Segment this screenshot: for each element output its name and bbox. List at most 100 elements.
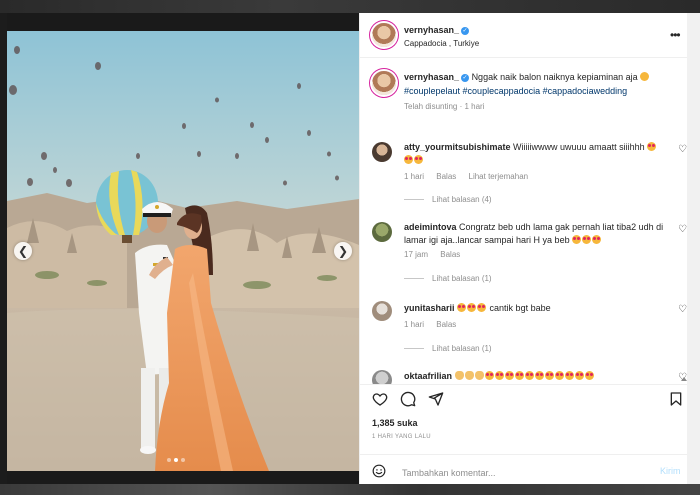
post-location[interactable]: Cappadocia , Turkiye bbox=[404, 39, 479, 48]
verified-badge-icon: ✓ bbox=[461, 73, 470, 82]
next-photo-button[interactable]: ❯ bbox=[334, 242, 352, 260]
photo-illustration bbox=[7, 13, 359, 490]
caption-time: 1 hari bbox=[464, 102, 485, 111]
commenter-avatar[interactable] bbox=[372, 222, 392, 242]
emoji-smile-icon[interactable] bbox=[372, 464, 386, 478]
heart-eyes-emoji-icon bbox=[514, 371, 524, 380]
see-translation-button[interactable]: Lihat terjemahan bbox=[469, 172, 529, 181]
heart-eyes-emoji-icon bbox=[477, 303, 487, 312]
post-comment-button[interactable]: Kirim bbox=[660, 466, 681, 476]
like-comment-heart-icon[interactable]: ♡ bbox=[678, 304, 687, 315]
heart-eyes-emoji-icon bbox=[572, 235, 582, 244]
comment-text-block: atty_yourmitsubishimate Wiiiiiwwww uwuuu… bbox=[404, 141, 666, 167]
comment-meta: 17 jam Balas bbox=[404, 250, 470, 259]
commenter-username[interactable]: adeimintova bbox=[404, 222, 457, 232]
heart-eyes-emoji-icon bbox=[564, 371, 574, 380]
comment-text-block: adeimintova Congratz beb udh lama gak pe… bbox=[404, 221, 666, 247]
like-comment-heart-icon[interactable]: ♡ bbox=[678, 144, 687, 155]
page-scrollbar[interactable] bbox=[687, 13, 700, 490]
heart-eyes-emoji-icon bbox=[582, 235, 592, 244]
heart-eyes-emoji-icon bbox=[504, 371, 514, 380]
replies-divider bbox=[404, 278, 424, 280]
caption-edited-label: Telah disunting bbox=[404, 102, 458, 111]
heart-eyes-emoji-icon bbox=[467, 303, 477, 312]
commenter-avatar[interactable] bbox=[372, 370, 392, 384]
heart-eyes-emoji-icon bbox=[544, 371, 554, 380]
replies-divider bbox=[404, 348, 424, 350]
commenter-avatar[interactable] bbox=[372, 301, 392, 321]
commenter-username[interactable]: atty_yourmitsubishimate bbox=[404, 142, 511, 152]
add-comment-input[interactable] bbox=[400, 465, 634, 481]
likes-count[interactable]: 1,385 suka bbox=[372, 418, 418, 428]
commenter-username[interactable]: yunitasharii bbox=[404, 303, 455, 313]
heart-eyes-emoji-icon bbox=[524, 371, 534, 380]
like-comment-heart-icon[interactable]: ♡ bbox=[678, 224, 687, 235]
clapping-emoji-icon bbox=[464, 371, 474, 380]
post-modal: ❮ ❯ vernyhasan_ ✓ Cappadocia , Turkiye ••… bbox=[7, 13, 694, 490]
page-backdrop-top bbox=[0, 0, 700, 13]
author-username-text[interactable]: vernyhasan_ bbox=[404, 25, 459, 35]
clapping-emoji-icon bbox=[474, 371, 484, 380]
comment-time: 1 hari bbox=[404, 320, 425, 329]
post-photo[interactable]: ❮ ❯ bbox=[7, 13, 359, 490]
caption-text: Nggak naik balon naiknya kepiaminan aja bbox=[471, 72, 638, 82]
save-bookmark-icon[interactable] bbox=[668, 391, 684, 407]
heart-eyes-emoji-icon bbox=[584, 371, 594, 380]
post-timestamp: 1 HARI YANG LALU bbox=[372, 434, 431, 440]
heart-eyes-emoji-icon bbox=[404, 155, 413, 164]
grinning-emoji-icon bbox=[640, 72, 650, 81]
verified-badge-icon: ✓ bbox=[461, 26, 470, 35]
replies-divider bbox=[404, 199, 424, 201]
heart-eyes-emoji-icon bbox=[647, 142, 657, 151]
heart-eyes-emoji-icon bbox=[414, 155, 423, 164]
share-paper-plane-icon[interactable] bbox=[428, 391, 444, 407]
comment-reply-button[interactable]: Balas bbox=[436, 172, 456, 181]
clapping-emoji-icon bbox=[454, 371, 464, 380]
post-actions: 1,385 suka 1 HARI YANG LALU bbox=[360, 384, 694, 445]
author-avatar[interactable] bbox=[372, 23, 396, 47]
caption-hashtags[interactable]: #couplepelaut #couplecappadocia #cappado… bbox=[404, 86, 627, 96]
heart-eyes-emoji-icon bbox=[574, 371, 584, 380]
view-replies-label[interactable]: Lihat balasan (1) bbox=[432, 344, 492, 353]
comment-text-block: yunitasharii cantik bgt babe bbox=[404, 302, 666, 315]
caption-meta: Telah disunting · 1 hari bbox=[404, 102, 485, 111]
comment-time: 17 jam bbox=[404, 250, 429, 259]
post-header: vernyhasan_ ✓ Cappadocia , Turkiye ••• bbox=[360, 13, 694, 58]
comment-meta: 1 hari Balas bbox=[404, 320, 466, 329]
comment-text: cantik bgt babe bbox=[489, 303, 551, 313]
comment-text-block: oktaafrilian bbox=[404, 370, 666, 383]
heart-eyes-emoji-icon bbox=[554, 371, 564, 380]
caption-username[interactable]: vernyhasan_ bbox=[404, 72, 459, 82]
like-heart-icon[interactable] bbox=[372, 391, 388, 407]
heart-eyes-emoji-icon bbox=[484, 371, 494, 380]
view-replies-label[interactable]: Lihat balasan (1) bbox=[432, 274, 492, 283]
comment-reply-button[interactable]: Balas bbox=[440, 250, 460, 259]
comments-list[interactable]: vernyhasan_ ✓ Nggak naik balon naiknya ke… bbox=[360, 58, 694, 384]
view-replies-button[interactable]: Lihat balasan (4) bbox=[404, 195, 492, 204]
post-side-panel: vernyhasan_ ✓ Cappadocia , Turkiye ••• ve… bbox=[359, 13, 694, 490]
author-username[interactable]: vernyhasan_ ✓ bbox=[404, 25, 470, 35]
commenter-username[interactable]: oktaafrilian bbox=[404, 371, 452, 381]
comment-bubble-icon[interactable] bbox=[400, 391, 416, 407]
heart-eyes-emoji-icon bbox=[592, 235, 602, 244]
view-replies-button[interactable]: Lihat balasan (1) bbox=[404, 274, 492, 283]
more-horizontal-icon[interactable]: ••• bbox=[670, 28, 681, 42]
heart-eyes-emoji-icon bbox=[534, 371, 544, 380]
carousel-dots bbox=[167, 458, 185, 462]
view-replies-label[interactable]: Lihat balasan (4) bbox=[432, 195, 492, 204]
heart-eyes-emoji-icon bbox=[457, 303, 467, 312]
comment-meta: 1 hari Balas Lihat terjemahan bbox=[404, 172, 538, 181]
comment-text: Wiiiiiwwww uwuuu amaatt siiihhh bbox=[513, 142, 645, 152]
caption-text-block: vernyhasan_ ✓ Nggak naik balon naiknya ke… bbox=[404, 70, 684, 98]
view-replies-button[interactable]: Lihat balasan (1) bbox=[404, 344, 492, 353]
comment-time: 1 hari bbox=[404, 172, 425, 181]
carousel-dot-active bbox=[174, 458, 178, 462]
carousel-dot bbox=[167, 458, 171, 462]
page-backdrop-bottom bbox=[0, 484, 700, 495]
commenter-avatar[interactable] bbox=[372, 142, 392, 162]
comment-reply-button[interactable]: Balas bbox=[436, 320, 456, 329]
caption-avatar[interactable] bbox=[372, 71, 396, 95]
carousel-dot bbox=[181, 458, 185, 462]
heart-eyes-emoji-icon bbox=[494, 371, 504, 380]
previous-photo-button[interactable]: ❮ bbox=[14, 242, 32, 260]
